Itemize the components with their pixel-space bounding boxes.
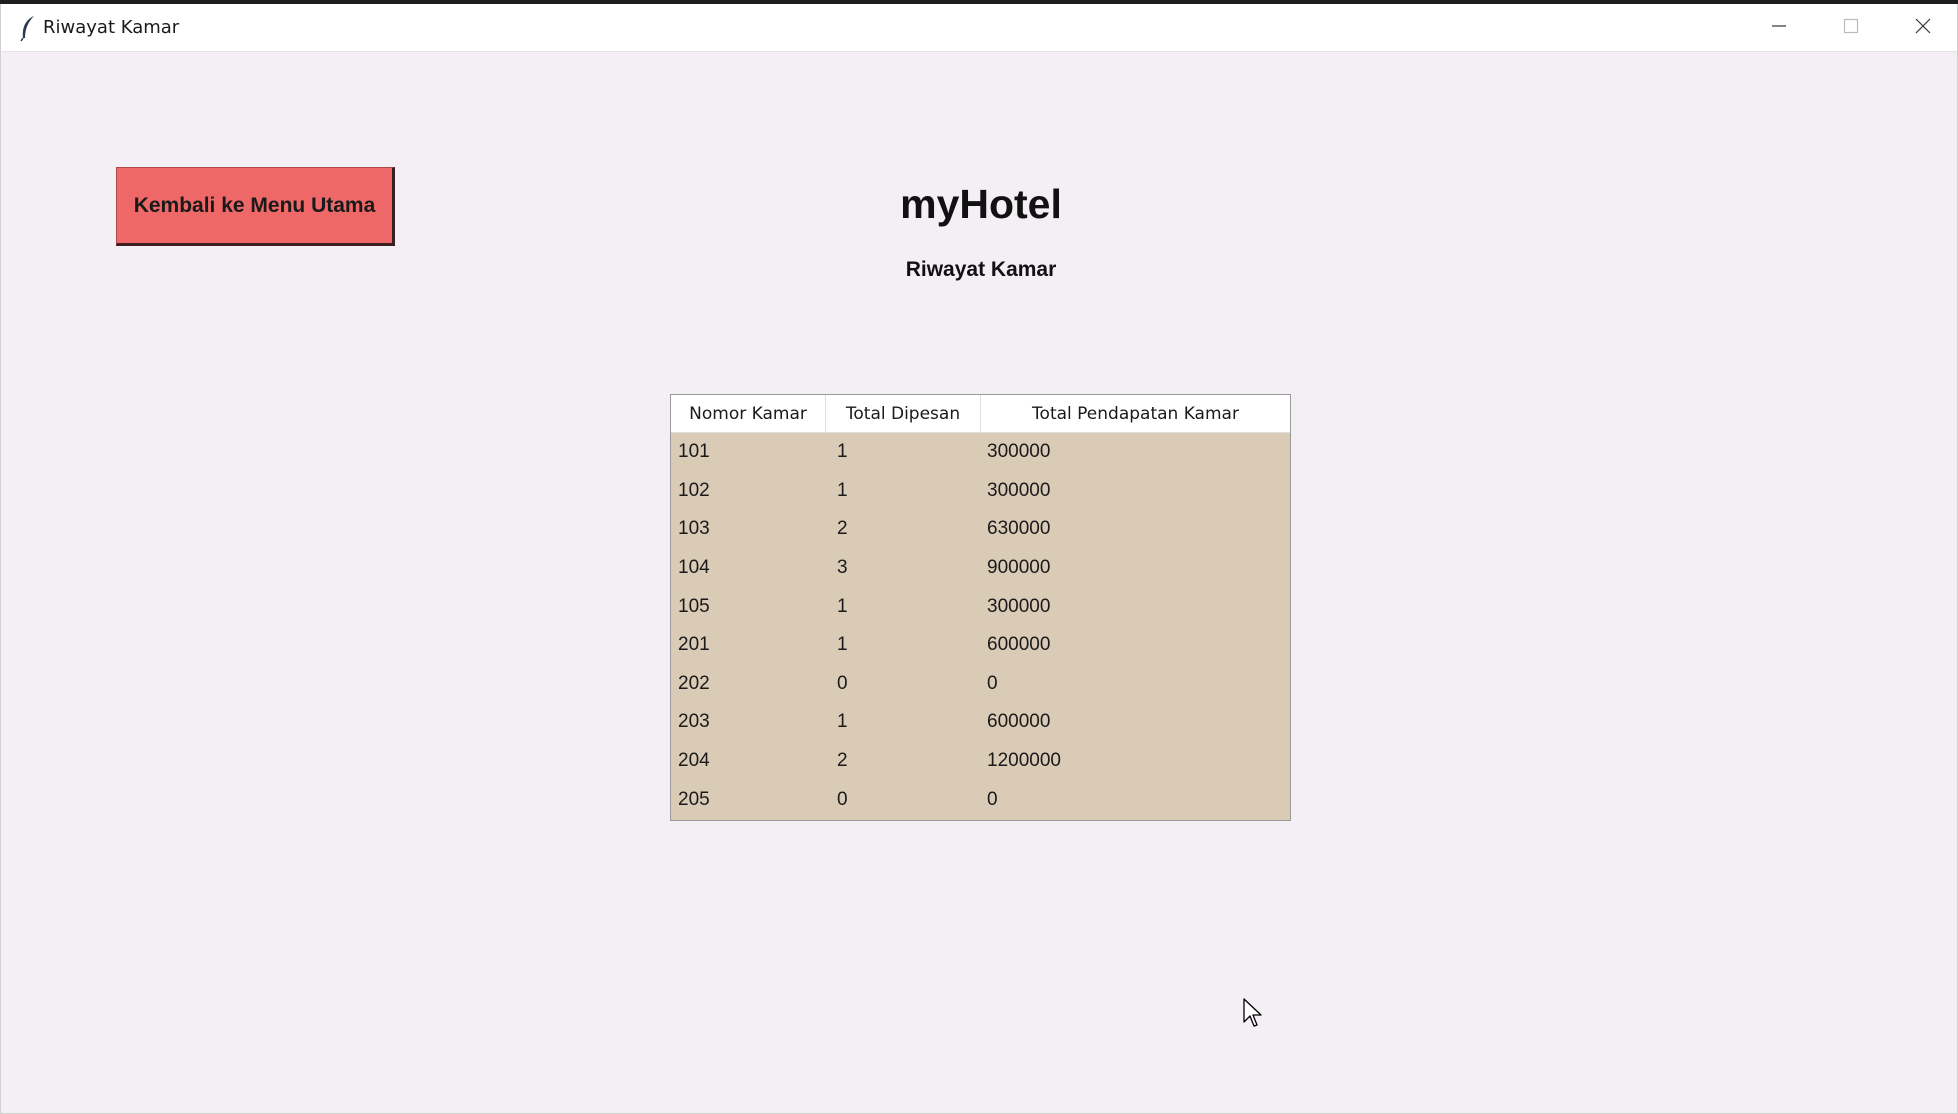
table-body: 101 1 300000 102 1 300000 103 2 630000 1…: [671, 433, 1290, 819]
cell-total-booked: 1: [837, 479, 848, 501]
cell-total-booked: 2: [837, 750, 848, 772]
table-row[interactable]: 201 1 600000: [671, 626, 1290, 665]
cell-total-revenue: 630000: [987, 518, 1051, 540]
cell-total-booked: 2: [837, 518, 848, 540]
column-header-total-booked[interactable]: Total Dipesan: [826, 395, 981, 432]
table-row[interactable]: 101 1 300000: [671, 433, 1290, 472]
cell-total-booked: 1: [837, 595, 848, 617]
title-bar[interactable]: Riwayat Kamar: [1, 4, 1957, 52]
cell-total-revenue: 300000: [987, 479, 1051, 501]
window-title: Riwayat Kamar: [43, 17, 180, 38]
cell-total-revenue: 300000: [987, 595, 1051, 617]
cell-room-number: 104: [678, 557, 710, 579]
table-row[interactable]: 204 2 1200000: [671, 742, 1290, 781]
cell-total-booked: 1: [837, 711, 848, 733]
cell-total-booked: 1: [837, 441, 848, 463]
table-row[interactable]: 205 0 0: [671, 780, 1290, 819]
app-window: Riwayat Kamar Kembali ke Menu Utama myHo…: [0, 4, 1958, 1114]
cell-total-booked: 1: [837, 634, 848, 656]
cell-total-revenue: 600000: [987, 711, 1051, 733]
cell-room-number: 203: [678, 711, 710, 733]
back-to-main-menu-button[interactable]: Kembali ke Menu Utama: [116, 167, 395, 246]
column-header-room-number[interactable]: Nomor Kamar: [671, 395, 826, 432]
table-row[interactable]: 104 3 900000: [671, 549, 1290, 588]
cell-total-revenue: 300000: [987, 441, 1051, 463]
cell-total-booked: 0: [837, 788, 848, 810]
cell-room-number: 204: [678, 750, 710, 772]
cell-room-number: 202: [678, 672, 710, 694]
app-title: myHotel: [900, 181, 1062, 227]
cell-room-number: 105: [678, 595, 710, 617]
cell-room-number: 201: [678, 634, 710, 656]
room-history-table[interactable]: Nomor Kamar Total Dipesan Total Pendapat…: [670, 394, 1291, 821]
mouse-cursor-icon: [1243, 998, 1265, 1030]
table-header: Nomor Kamar Total Dipesan Total Pendapat…: [671, 395, 1290, 433]
table-row[interactable]: 105 1 300000: [671, 587, 1290, 626]
table-row[interactable]: 103 2 630000: [671, 510, 1290, 549]
table-row[interactable]: 202 0 0: [671, 665, 1290, 704]
cell-total-booked: 0: [837, 672, 848, 694]
close-icon: [1915, 18, 1931, 39]
table-row[interactable]: 203 1 600000: [671, 703, 1290, 742]
maximize-icon: [1843, 18, 1859, 39]
cell-total-revenue: 0: [987, 788, 998, 810]
page-subtitle: Riwayat Kamar: [905, 258, 1057, 281]
cell-room-number: 205: [678, 788, 710, 810]
close-button[interactable]: [1887, 4, 1958, 52]
cell-total-revenue: 600000: [987, 634, 1051, 656]
minimize-icon: [1771, 18, 1787, 39]
column-header-total-revenue[interactable]: Total Pendapatan Kamar: [981, 395, 1290, 432]
feather-icon: [17, 14, 39, 42]
cell-total-revenue: 900000: [987, 557, 1051, 579]
table-row[interactable]: 102 1 300000: [671, 472, 1290, 511]
cell-room-number: 101: [678, 441, 710, 463]
cell-total-revenue: 0: [987, 672, 998, 694]
cell-room-number: 103: [678, 518, 710, 540]
minimize-button[interactable]: [1743, 4, 1815, 52]
cell-total-revenue: 1200000: [987, 750, 1061, 772]
cell-total-booked: 3: [837, 557, 848, 579]
maximize-button[interactable]: [1815, 4, 1887, 52]
cell-room-number: 102: [678, 479, 710, 501]
